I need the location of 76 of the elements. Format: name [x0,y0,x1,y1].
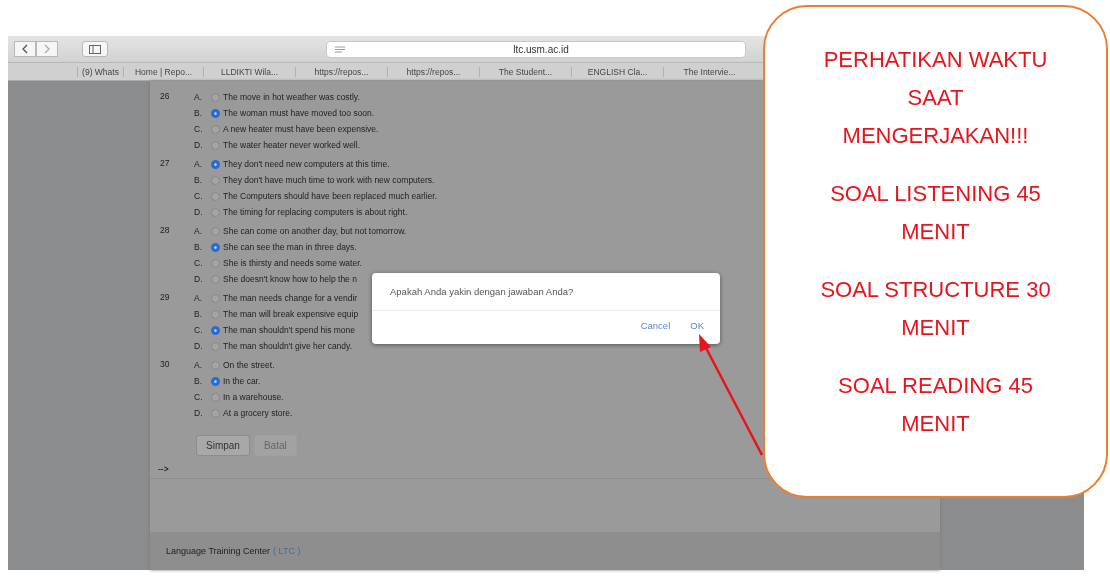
option-text: At a grocery store. [223,408,293,418]
option-text: The man will break expensive equip [223,309,359,319]
bookmark[interactable]: LLDIKTI Wila... [203,66,295,77]
option-text: She can see the man in three days. [223,242,357,252]
option-text: The move in hot weather was costly. [223,92,360,102]
dialog-button[interactable]: OK [686,320,708,331]
question-number: 28 [160,224,171,237]
option-letter: D. [194,140,204,150]
option-letter: D. [194,341,204,351]
question-number: 30 [160,358,171,371]
dialog-button[interactable]: Cancel [636,320,675,331]
option-text: The woman must have moved too soon. [223,108,375,118]
option-letter: A. [194,159,204,169]
callout-text: PERHATIKAN WAKTU SAAT MENGERJAKAN!!! [822,46,1049,150]
option-text: The man shouldn't spend his mone [223,325,356,335]
option-letter: C. [194,124,204,134]
option-text: She can come on another day, but not tomorrow. [223,226,407,236]
option-text: In a warehouse. [223,392,284,402]
option-text: She is thirsty and needs some water. [223,258,362,268]
bookmark[interactable]: (9) Whats [77,66,123,77]
option-text: The timing for replacing computers is about right. [223,207,408,217]
option-letter: A. [194,92,204,102]
arrow-text: --> [158,464,169,474]
radio-button[interactable] [211,108,220,118]
option-letter: C. [194,325,204,335]
bookmark[interactable]: The Intervie... [663,66,755,77]
option-letter: B. [194,108,204,118]
option-letter: B. [194,175,204,185]
reader-icon [335,45,345,53]
callout-text: SOAL READING 45 MENIT [837,372,1034,438]
radio-button[interactable] [211,242,220,252]
forward-icon [43,44,51,54]
question-number: 26 [160,90,171,103]
back-button[interactable] [14,41,36,57]
question-number: 29 [160,291,171,304]
option-text: The man needs change for a vendir [223,293,358,303]
back-icon [21,44,29,54]
option-letter: D. [194,207,204,217]
option-letter: C. [194,392,204,402]
radio-button[interactable] [211,159,220,169]
bookmark[interactable]: ENGLISH Cla... [571,66,663,77]
option-text: The water heater never worked well. [223,140,360,150]
option-letter: B. [194,309,204,319]
option-text: They don't need new computers at this time. [223,159,390,169]
option-text: The Computers should have been replaced much earlier. [223,191,438,201]
option-letter: D. [194,274,204,284]
option-text: They don't have much time to work with new computers. [223,175,435,185]
option-text: She doesn't know how to help the n [223,274,357,284]
option-letter: B. [194,376,204,386]
dialog-message: Apakah Anda yakin dengan jawaban Anda? [372,273,720,311]
bookmark[interactable]: The Student... [479,66,571,77]
url-text: ltc.usm.ac.id [512,43,570,55]
option-letter: A. [194,293,204,303]
bookmark[interactable]: https://repos... [295,66,387,77]
bookmark[interactable]: https://repos... [387,66,479,77]
option-text: In the car. [223,376,261,386]
radio-button[interactable] [211,325,220,335]
option-text: The man shouldn't give her candy. [223,341,353,351]
option-letter: A. [194,226,204,236]
address-bar[interactable]: ltc.usm.ac.id [326,40,746,58]
option-letter: D. [194,408,204,418]
callout-text: SOAL LISTENING 45 MENIT [829,180,1042,246]
option-text: A new heater must have been expensive. [223,124,379,134]
radio-button[interactable] [211,376,220,386]
option-letter: A. [194,360,204,370]
footer-text: Language Training Center [166,546,271,556]
option-letter: B. [194,242,204,252]
callout-text: SOAL STRUCTURE 30 MENIT [819,276,1052,342]
option-letter: C. [194,191,204,201]
question-number: 27 [160,157,171,170]
sidebar-button[interactable] [82,41,108,57]
option-text: On the street. [223,360,275,370]
sidebar-icon [89,44,101,54]
bookmark[interactable]: Home | Repo... [123,66,203,77]
form-button[interactable]: Simpan [196,435,250,456]
option-letter: C. [194,258,204,268]
